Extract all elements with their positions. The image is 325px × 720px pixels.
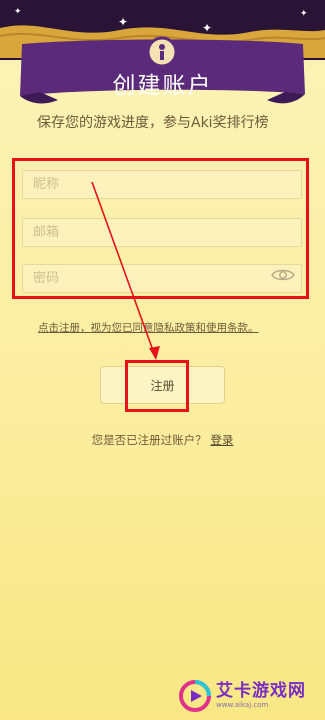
login-link[interactable]: 登录 — [210, 433, 233, 447]
privacy-policy-link[interactable]: 点击注册，视为您已同意隐私政策和使用条款。 — [38, 320, 288, 337]
watermark-name: 艾卡游戏网 — [216, 681, 306, 701]
register-highlight-box — [125, 360, 189, 412]
show-password-icon[interactable] — [271, 267, 295, 283]
watermark-url: www.aikaj.com — [216, 701, 269, 709]
privacy-policy-text: 点击注册，视为您已同意隐私政策和使用条款。 — [38, 322, 259, 334]
login-prompt: 您是否已注册过账户？ 登录 — [0, 432, 325, 448]
form-highlight-box — [12, 158, 309, 299]
nickname-field[interactable] — [22, 170, 302, 199]
subtitle-text: 保存您的游戏进度，参与Aki奖排行榜 — [37, 115, 269, 131]
page-title: 创建账户 — [112, 73, 213, 99]
watermark: 艾卡游戏网 www.aikaj.com — [178, 678, 306, 714]
title-banner — [0, 25, 325, 104]
watermark-logo-icon — [179, 680, 211, 712]
email-field[interactable] — [22, 218, 302, 247]
password-field[interactable] — [22, 264, 302, 293]
login-prompt-text: 您是否已注册过账户？ — [91, 433, 207, 447]
